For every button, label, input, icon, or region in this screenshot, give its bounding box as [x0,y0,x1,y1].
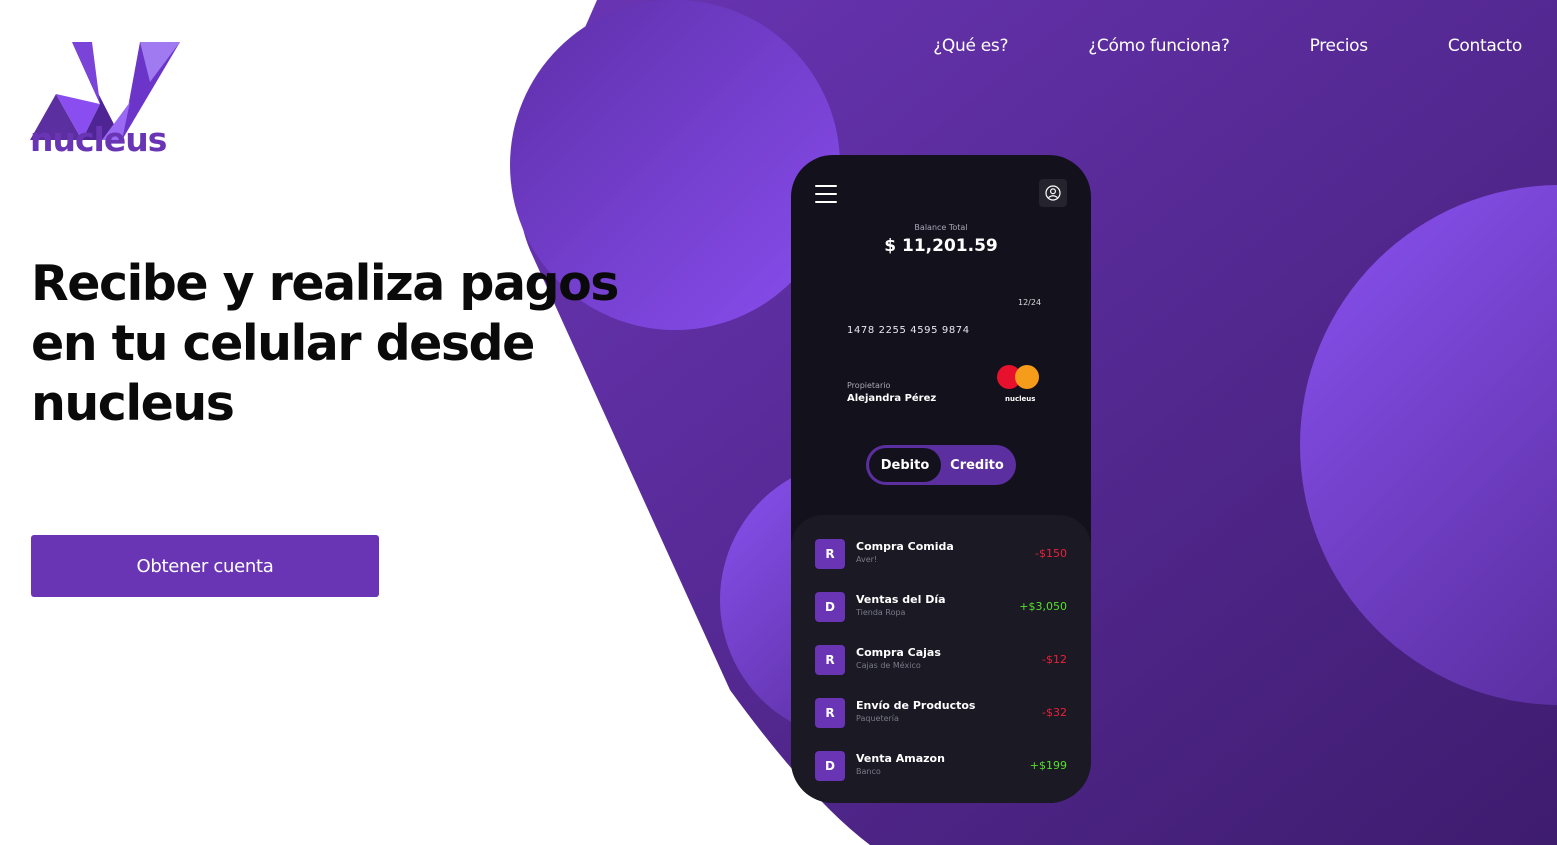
transaction-amount: -$12 [1042,653,1067,666]
transaction-title: Envío de Productos [856,699,976,712]
nav-precios[interactable]: Precios [1310,36,1369,56]
transaction-subtitle: Paquetería [856,714,899,723]
card-brand-text: nucleus [1005,395,1036,403]
transaction-badge: D [815,751,845,781]
transaction-title: Venta Amazon [856,752,945,765]
nav-como-funciona[interactable]: ¿Cómo funciona? [1088,36,1230,56]
transaction-badge: D [815,592,845,622]
transaction-subtitle: Tienda Ropa [856,608,906,617]
card-owner-label: Propietario [847,381,891,390]
user-icon[interactable] [1039,179,1067,207]
hamburger-menu-icon[interactable] [815,185,837,203]
transaction-amount: -$150 [1035,547,1067,560]
nav-que-es[interactable]: ¿Qué es? [933,36,1008,56]
card-expiry: 12/24 [1018,298,1042,307]
debit-credit-toggle: Debito Credito [866,445,1016,485]
transaction-amount: -$32 [1042,706,1067,719]
nav-contacto[interactable]: Contacto [1448,36,1522,56]
card-owner-name: Alejandra Pérez [847,393,937,404]
transaction-row[interactable]: R Compra Cajas Cajas de México -$12 [815,645,1067,677]
transaction-row[interactable]: D Ventas del Día Tienda Ropa +$3,050 [815,592,1067,624]
hero-title: Recibe y realiza pagos en tu celular des… [31,255,619,432]
transaction-amount: +$199 [1029,759,1067,772]
transaction-subtitle: Cajas de México [856,661,921,670]
balance-value: $ 11,201.59 [884,236,998,256]
transaction-amount: +$3,050 [1019,600,1067,613]
transaction-subtitle: Aver! [856,555,878,564]
phone-mockup: Balance Total $ 11,201.59 12/24 1478 225… [791,155,1091,803]
card-number: 1478 2255 4595 9874 [847,325,970,336]
transaction-title: Ventas del Día [856,593,946,606]
transaction-title: Compra Cajas [856,646,941,659]
transaction-title: Compra Comida [856,540,954,553]
transaction-badge: R [815,645,845,675]
transaction-row[interactable]: R Compra Comida Aver! -$150 [815,539,1067,571]
transaction-row[interactable]: D Venta Amazon Banco +$199 [815,751,1067,783]
transaction-badge: R [815,539,845,569]
toggle-credit[interactable]: Credito [941,448,1013,482]
top-nav: ¿Qué es? ¿Cómo funciona? Precios Contact… [933,36,1522,56]
brand-name: nucleus [30,120,167,159]
transaction-badge: R [815,698,845,728]
balance-label: Balance Total [914,223,968,232]
toggle-debit[interactable]: Debito [869,448,941,482]
mastercard-icon [997,365,1039,389]
get-account-button[interactable]: Obtener cuenta [31,535,379,597]
transactions-panel: R Compra Comida Aver! -$150 D Ventas del… [791,515,1091,803]
transaction-row[interactable]: R Envío de Productos Paquetería -$32 [815,698,1067,730]
transaction-subtitle: Banco [856,767,881,776]
